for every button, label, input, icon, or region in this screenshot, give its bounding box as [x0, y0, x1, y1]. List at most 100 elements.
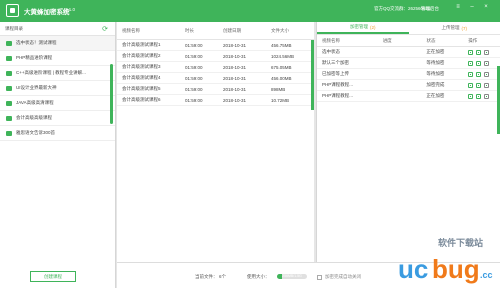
minimize-icon[interactable]: – — [467, 4, 477, 10]
upload-icon[interactable] — [476, 93, 482, 99]
capacity-value: 256MB/1.5G — [282, 274, 302, 278]
encryption-row[interactable]: 已加密等上传 等待加密 — [317, 69, 500, 80]
course-item[interactable]: PHP精品进阶课程 — [0, 51, 115, 66]
video-row[interactable]: 会计高级测试课程1 01:59:00 2018-10-31 456.75MB — [117, 40, 314, 51]
video-row[interactable]: 会计高级测试课程3 01:59:00 2018-10-31 675.05MB — [117, 62, 314, 73]
video-table-header: 视频名称 时长 创建日期 文件大小 — [117, 22, 314, 40]
course-item[interactable]: JAVA高级高清课程 — [0, 96, 115, 111]
video-date: 2018-10-31 — [223, 86, 247, 92]
svg-text:.cc: .cc — [480, 270, 493, 280]
capacity-bar: 256MB/1.5G — [277, 274, 307, 279]
capacity-label: 使用大小： — [247, 274, 270, 279]
video-name: 会计高级测试课程2 — [122, 53, 161, 58]
app-version: V3.1.0 — [62, 7, 76, 12]
enc-status: 正在加密 — [426, 49, 445, 54]
col-enc-video-name: 视频名称 — [322, 37, 340, 43]
tab-upload-manage[interactable]: 上传管理 (7) — [409, 22, 500, 34]
sidebar-scrollbar[interactable] — [110, 64, 113, 124]
delete-icon[interactable] — [484, 93, 490, 99]
course-directory-header: 课程目录 — [0, 22, 115, 36]
enc-status: 正在加密 — [426, 93, 445, 98]
video-row[interactable]: 会计高级测试课程6 01:59:00 2018-10-31 10.72MB — [117, 95, 314, 106]
course-sidebar: 课程目录 ⟳ 选中状态！测试课程 PHP精品进阶课程 C++高级进阶课程 | 教程专… — [0, 22, 116, 288]
create-course-button[interactable]: 创建课程 — [30, 271, 76, 282]
folder-icon — [6, 115, 12, 121]
save-icon[interactable] — [468, 49, 474, 55]
video-row[interactable]: 会计高级测试课程2 01:59:00 2018-10-31 1024.56MB — [117, 51, 314, 62]
col-duration[interactable]: 时长 — [177, 28, 213, 34]
col-enc-progress: 进度 — [382, 37, 392, 43]
tab-upload-label: 上传管理 — [441, 25, 460, 30]
course-list: 选中状态！测试课程 PHP精品进阶课程 C++高级进阶课程 | 教程专业讲解... U… — [0, 36, 115, 141]
video-table-scrollbar[interactable] — [311, 40, 314, 110]
video-date: 2018-10-31 — [223, 42, 247, 48]
enc-video-name: 选中状态 — [322, 49, 340, 54]
save-icon[interactable] — [468, 93, 474, 99]
video-date: 2018-10-31 — [223, 64, 247, 70]
delete-icon[interactable] — [484, 60, 490, 66]
delete-icon[interactable] — [484, 49, 490, 55]
upload-icon[interactable] — [476, 49, 482, 55]
course-item-label: 雅思语文告诉300首 — [16, 130, 56, 135]
video-date: 2018-10-31 — [223, 53, 247, 59]
encryption-row[interactable]: PHP课程教程... 加密完成 — [317, 80, 500, 91]
tab-encryption-label: 加密管理 — [350, 24, 368, 29]
video-row[interactable]: 会计高级测试课程5 01:59:00 2018-10-31 898MB — [117, 84, 314, 95]
course-item-label: PHP精品进阶课程 — [16, 55, 53, 60]
video-row[interactable]: 会计高级测试课程4 01:59:00 2018-10-31 456.00MB — [117, 73, 314, 84]
video-table: 视频名称 时长 创建日期 文件大小 会计高级测试课程1 01:59:00 2018-… — [117, 22, 314, 262]
encryption-row[interactable]: PHP课程教程... 正在加密 — [317, 91, 500, 102]
enc-actions — [458, 49, 500, 55]
course-item[interactable]: 雅思语文告诉300首 — [0, 126, 115, 141]
upload-icon[interactable] — [476, 60, 482, 66]
delete-icon[interactable] — [484, 82, 490, 88]
svg-text:软件下载站: 软件下载站 — [438, 237, 483, 248]
auto-close-checkbox[interactable] — [317, 274, 322, 280]
enc-video-name: 已加密等上传 — [322, 71, 349, 76]
upload-icon[interactable] — [476, 71, 482, 77]
course-item[interactable]: 选中状态！测试课程 — [0, 36, 115, 51]
save-icon[interactable] — [468, 71, 474, 77]
enc-actions — [458, 60, 500, 66]
encryption-row[interactable]: 默认三个加密 等待加密 — [317, 58, 500, 69]
folder-icon — [6, 70, 12, 76]
close-icon[interactable]: × — [481, 4, 491, 10]
svg-text:bug: bug — [432, 254, 480, 284]
video-size: 10.72MB — [271, 97, 290, 103]
save-icon[interactable] — [468, 82, 474, 88]
video-duration: 01:59:00 — [185, 64, 203, 70]
video-name: 会计高级测试课程5 — [122, 86, 161, 91]
course-item-label: C++高级进阶课程 | 教程专业讲解... — [16, 70, 86, 75]
col-enc-status: 状态 — [426, 37, 436, 43]
tab-encryption-manage[interactable]: 加密管理 (2) — [317, 22, 409, 34]
enc-status: 等待加密 — [426, 71, 445, 76]
encryption-row[interactable]: 选中状态 正在加密 — [317, 47, 500, 58]
video-name: 会计高级测试课程3 — [122, 64, 161, 69]
enc-video-name: PHP课程教程... — [322, 82, 354, 87]
svg-text:uc: uc — [398, 254, 428, 284]
video-size: 456.75MB — [271, 42, 292, 48]
video-size: 456.00MB — [271, 75, 292, 81]
auto-close-option[interactable]: 加密完成自动关闭 — [317, 274, 361, 280]
save-icon[interactable] — [468, 60, 474, 66]
course-item[interactable]: C++高级进阶课程 | 教程专业讲解... — [0, 66, 115, 81]
menu-icon[interactable]: ≡ — [453, 4, 463, 10]
encryption-rows: 选中状态 正在加密 默认三个加密 等待加密 已加密等上传 等待加密 PHP课程教程... 加密… — [317, 47, 500, 102]
course-directory-label: 课程目录 — [5, 25, 23, 31]
video-date: 2018-10-31 — [223, 97, 247, 103]
col-video-name[interactable]: 视频名称 — [117, 28, 177, 34]
admin-panel-link[interactable]: 管理后台 — [421, 6, 439, 12]
upload-icon[interactable] — [476, 82, 482, 88]
col-created-date[interactable]: 创建日期 — [213, 28, 263, 34]
course-item[interactable]: UI设计业界最新大神 — [0, 81, 115, 96]
app-logo-icon — [6, 4, 19, 17]
delete-icon[interactable] — [484, 71, 490, 77]
tab-upload-count: (7) — [461, 25, 468, 31]
encryption-panel: 加密管理 (2) 上传管理 (7) 视频名称 进度 状态 操作 选中状态 正在加密… — [316, 22, 500, 262]
course-item[interactable]: 会计高级高级课程 — [0, 111, 115, 126]
panel-tabs: 加密管理 (2) 上传管理 (7) — [317, 22, 500, 35]
col-file-size[interactable]: 文件大小 — [263, 28, 314, 34]
folder-icon — [6, 130, 12, 136]
video-size: 898MB — [271, 86, 286, 92]
refresh-icon[interactable]: ⟳ — [102, 25, 108, 33]
